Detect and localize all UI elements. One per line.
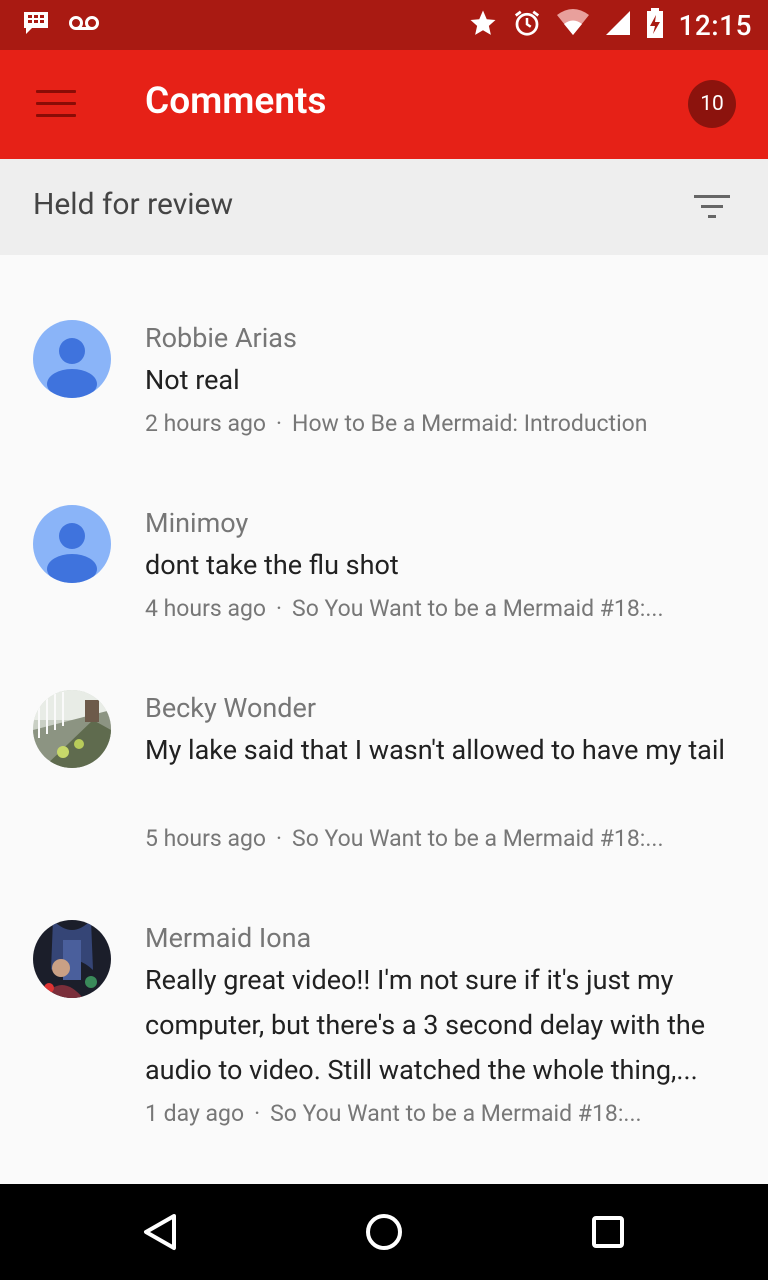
comment-text: dont take the flu shot (145, 549, 399, 581)
comment-time: 4 hours ago (145, 595, 267, 622)
filter-label[interactable]: Held for review (33, 187, 233, 222)
photo-avatar (33, 920, 111, 998)
video-title-link[interactable]: So You Want to be a Mermaid #18:... (292, 825, 664, 852)
home-icon[interactable] (360, 1208, 408, 1256)
notification-count-badge[interactable]: 10 (688, 80, 736, 128)
comment-meta: 2 hours ago · How to Be a Mermaid: Introdu… (145, 410, 648, 437)
comment-author: Robbie Arias (145, 322, 297, 354)
comment-time: 2 hours ago (145, 410, 267, 437)
voicemail-icon (68, 15, 100, 35)
video-title-link[interactable]: So You Want to be a Mermaid #18:... (270, 1100, 642, 1127)
separator: · (276, 595, 283, 622)
filter-bar: Held for review (0, 159, 768, 255)
battery-charging-icon (646, 8, 664, 42)
app-bar: Comments 10 (0, 50, 768, 159)
separator: · (276, 410, 283, 437)
comment-text: Not real (145, 364, 240, 396)
comment-author: Becky Wonder (145, 692, 316, 724)
comment-text: My lake said that I wasn't allowed to ha… (145, 734, 725, 766)
photo-avatar (33, 690, 111, 768)
default-person-avatar (33, 320, 111, 398)
video-title-link[interactable]: So You Want to be a Mermaid #18:... (292, 595, 664, 622)
comment-time: 5 hours ago (145, 825, 267, 852)
page-title: Comments (145, 80, 327, 123)
comment-author: Minimoy (145, 507, 249, 539)
default-person-avatar (33, 505, 111, 583)
recents-icon[interactable] (584, 1208, 632, 1256)
system-nav-bar (0, 1184, 768, 1280)
star-icon (468, 8, 498, 42)
clock-time: 12:15 (678, 8, 752, 42)
comment-text: Really great video!! I'm not sure if it'… (145, 964, 706, 1086)
cell-signal-icon (604, 9, 632, 41)
comment-meta: 5 hours ago · So You Want to be a Mermaid … (145, 825, 664, 852)
alarm-icon (512, 8, 542, 42)
status-bar: 12:15 (0, 0, 768, 50)
video-title-link[interactable]: How to Be a Mermaid: Introduction (292, 410, 647, 437)
filter-icon[interactable] (686, 185, 738, 229)
comment-meta: 4 hours ago · So You Want to be a Mermaid … (145, 595, 664, 622)
comment-author: Mermaid Iona (145, 922, 312, 954)
back-icon[interactable] (136, 1208, 184, 1256)
separator: · (254, 1100, 261, 1127)
separator: · (276, 825, 283, 852)
hamburger-menu-icon[interactable] (36, 90, 76, 118)
bbm-icon (22, 10, 50, 40)
comment-time: 1 day ago (145, 1100, 245, 1127)
comment-meta: 1 day ago · So You Want to be a Mermaid #1… (145, 1100, 642, 1127)
wifi-icon (556, 9, 590, 41)
